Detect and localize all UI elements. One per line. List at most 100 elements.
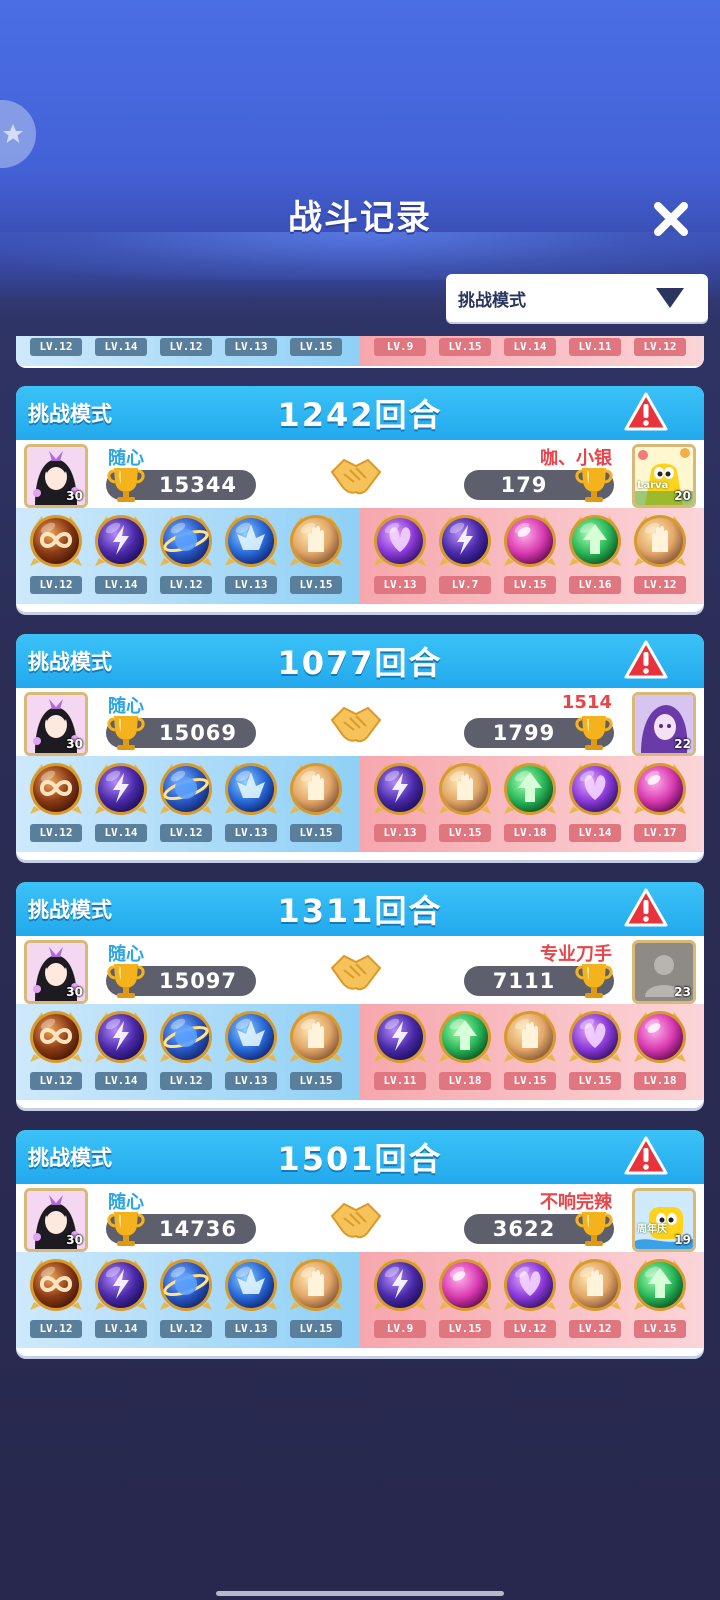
left-pet[interactable]: LV.12 [154,760,218,848]
left-pet[interactable]: LV.15 [284,1008,348,1096]
right-pet[interactable]: LV.12 [628,512,692,600]
pet-level: LV.14 [95,576,147,594]
left-pet[interactable]: LV.12 [24,1256,88,1344]
right-pet[interactable]: LV.18 [628,1008,692,1096]
right-pet: LV.11 [563,336,627,362]
left-pet: LV.13 [219,336,283,362]
right-player-avatar[interactable]: 23 [632,940,696,1004]
left-player-avatar[interactable]: 30 [24,1188,88,1252]
pet-row: LV.12 LV.14 LV.12 LV.13 LV.15 LV.13 LV.15 LV.18… [16,756,704,852]
pet-level: LV.12 [30,576,82,594]
pet-level: LV.15 [290,824,342,842]
close-button[interactable] [648,196,694,242]
right-pet[interactable]: LV.13 [368,760,432,848]
left-pet[interactable]: LV.14 [89,1008,153,1096]
pet-level: LV.12 [30,1072,82,1090]
pet-level: LV.14 [95,824,147,842]
avatar-level: 30 [66,737,83,751]
left-pet[interactable]: LV.12 [24,1008,88,1096]
pet-level: LV.18 [634,1072,686,1090]
right-pet[interactable]: LV.18 [433,1008,497,1096]
pet-level: LV.15 [439,1320,491,1338]
right-player-avatar[interactable]: 周年庆 19 [632,1188,696,1252]
right-pet[interactable]: LV.13 [368,512,432,600]
left-pet[interactable]: LV.12 [154,1008,218,1096]
right-pet[interactable]: LV.18 [498,760,562,848]
report-button[interactable] [624,888,668,928]
report-button[interactable] [624,392,668,432]
right-pet[interactable]: LV.16 [563,512,627,600]
right-pet[interactable]: LV.15 [563,1008,627,1096]
round-count: 1501回合 [277,1140,443,1178]
pet-row: LV.12 LV.14 LV.12 LV.13 LV.15 LV.9 LV.15 LV.12 L… [16,1252,704,1348]
left-pet[interactable]: LV.14 [89,512,153,600]
left-pet[interactable]: LV.12 [154,512,218,600]
left-pet[interactable]: LV.13 [219,1008,283,1096]
left-player-avatar[interactable]: 30 [24,692,88,756]
battle-card[interactable]: 挑战模式 1077回合 30 随心 15069 1514 1799 22 LV.12 LV.14 L… [16,634,704,860]
left-pet[interactable]: LV.13 [219,512,283,600]
left-pet[interactable]: LV.12 [154,1256,218,1344]
trophy-icon [572,958,616,1002]
report-button[interactable] [624,640,668,680]
left-pet[interactable]: LV.13 [219,760,283,848]
pet-level: LV.14 [95,338,147,356]
left-pet[interactable]: LV.14 [89,760,153,848]
right-player-avatar[interactable]: 22 [632,692,696,756]
left-pet: LV.12 [24,336,88,362]
player-row: 30 随心 15069 1514 1799 22 [16,688,704,756]
pet-level: LV.15 [290,338,342,356]
pet-level: LV.15 [569,1072,621,1090]
pet-level: LV.12 [30,1320,82,1338]
left-player-avatar[interactable]: 30 [24,940,88,1004]
left-pet[interactable]: LV.12 [24,760,88,848]
left-pet: LV.15 [284,336,348,362]
pet-level: LV.11 [569,338,621,356]
right-pet[interactable]: LV.17 [628,760,692,848]
right-pet[interactable]: LV.14 [563,760,627,848]
battle-card[interactable]: 挑战模式 1501回合 30 随心 14736 不响完辣 3622 周年庆 19 LV.12 LV.… [16,1130,704,1356]
pet-level: LV.12 [30,824,82,842]
battle-card[interactable]: 挑战模式 1311回合 30 随心 15097 专业刀手 7111 23 LV.12 LV.14 L… [16,882,704,1108]
right-pet[interactable]: LV.15 [628,1256,692,1344]
report-button[interactable] [624,1136,668,1176]
right-pet[interactable]: LV.15 [498,512,562,600]
pet-level: LV.12 [160,338,212,356]
right-pet[interactable]: LV.15 [498,1008,562,1096]
right-pet[interactable]: LV.7 [433,512,497,600]
avatar-badge-text: Larva [637,480,669,491]
pet-level: LV.15 [634,1320,686,1338]
left-pet[interactable]: LV.12 [24,512,88,600]
left-pet[interactable]: LV.15 [284,1256,348,1344]
partial-pet-row: LV.12 LV.9 LV.14 LV.15 LV.12 LV.14 LV.13 LV.11 L… [16,336,704,366]
left-pet[interactable]: LV.15 [284,760,348,848]
pet-level: LV.13 [374,576,426,594]
pet-level: LV.9 [374,1320,426,1338]
avatar-level: 20 [674,489,691,503]
avatar-level: 22 [674,737,691,751]
round-count: 1242回合 [277,396,443,434]
right-pet[interactable]: LV.15 [433,1256,497,1344]
mode-dropdown[interactable]: 挑战模式 [446,274,708,322]
handshake-icon [328,698,384,748]
left-pet: LV.12 [154,336,218,362]
right-pet[interactable]: LV.12 [498,1256,562,1344]
right-player-avatar[interactable]: Larva 20 [632,444,696,508]
home-indicator [216,1591,504,1596]
left-pet[interactable]: LV.13 [219,1256,283,1344]
warning-icon [624,888,668,932]
pet-level: LV.12 [160,824,212,842]
pet-level: LV.12 [160,1320,212,1338]
left-pet[interactable]: LV.14 [89,1256,153,1344]
right-pet[interactable]: LV.12 [563,1256,627,1344]
pet-level: LV.13 [225,576,277,594]
left-pet[interactable]: LV.15 [284,512,348,600]
right-pet: LV.14 [498,336,562,362]
battle-card[interactable]: 挑战模式 1242回合 30 随心 15344 咖、小银 179 Larva 20 LV.12 LV… [16,386,704,612]
right-pet[interactable]: LV.15 [433,760,497,848]
pet-level: LV.12 [160,576,212,594]
battle-list[interactable]: LV.12 LV.9 LV.14 LV.15 LV.12 LV.14 LV.13 LV.11 L… [16,336,704,1536]
right-pet[interactable]: LV.11 [368,1008,432,1096]
left-player-avatar[interactable]: 30 [24,444,88,508]
right-pet[interactable]: LV.9 [368,1256,432,1344]
